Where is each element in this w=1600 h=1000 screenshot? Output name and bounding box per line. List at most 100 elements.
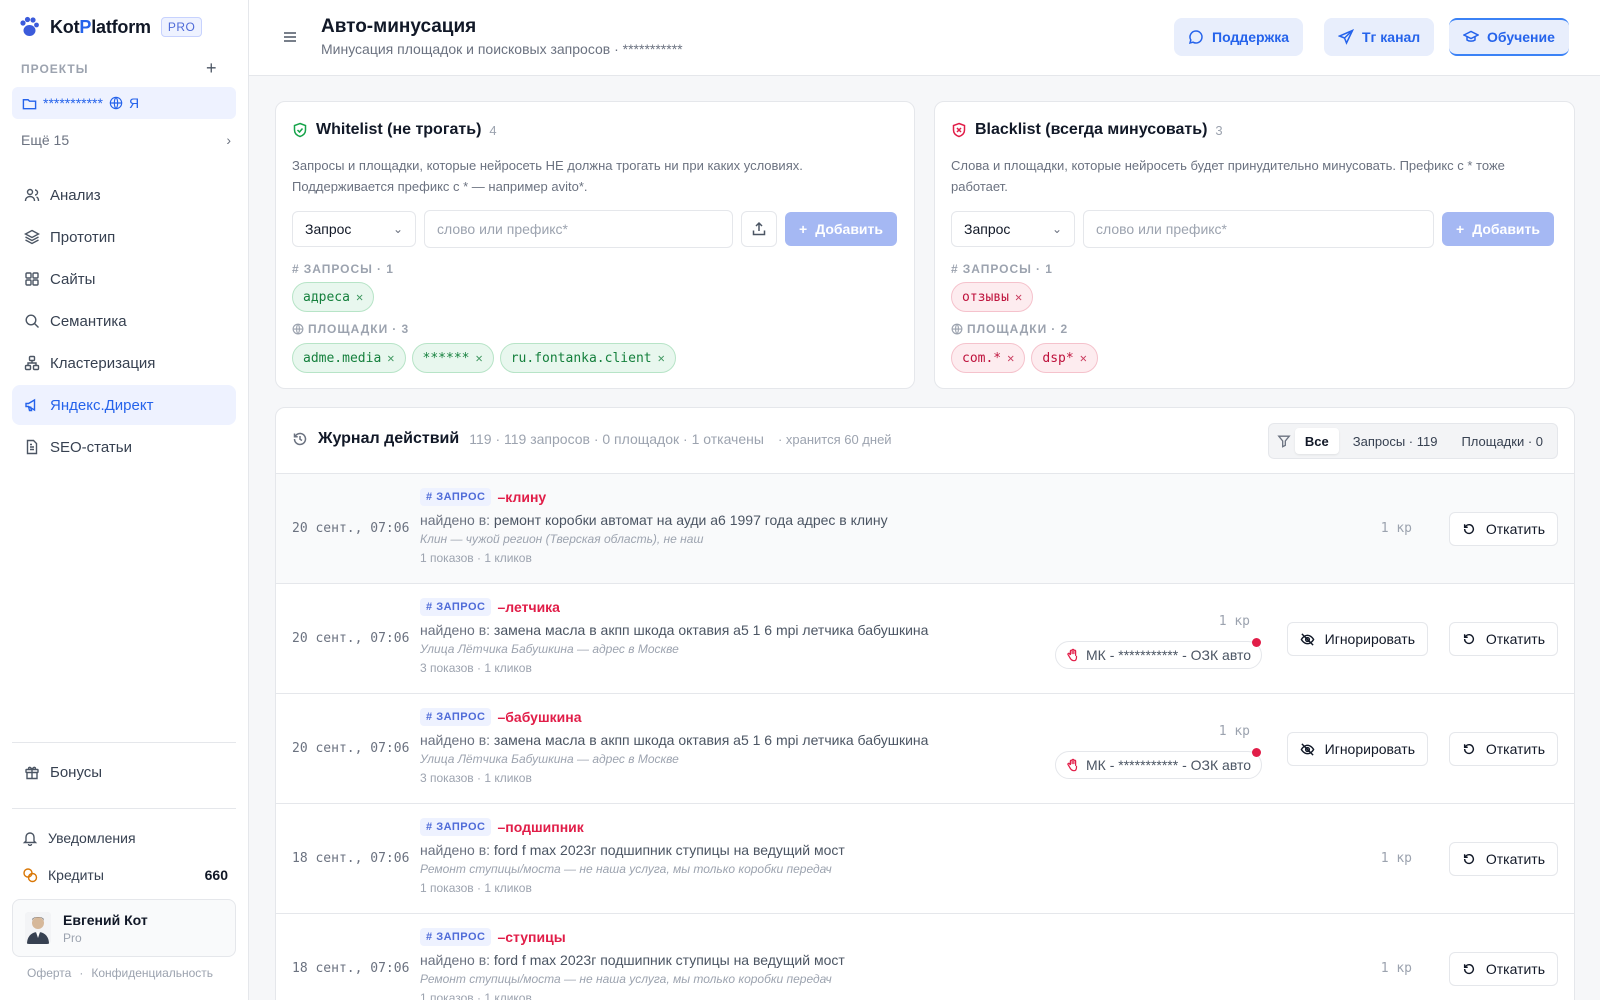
filter-all[interactable]: Все (1294, 428, 1339, 454)
nav-analysis[interactable]: Анализ (12, 175, 236, 215)
reason: Клин — чужой регион (Тверская область), … (420, 532, 704, 546)
close-icon[interactable]: ✕ (387, 351, 394, 365)
chip[interactable]: ru.fontanka.client ✕ (499, 343, 676, 373)
desc-line: Поддерживается префикс с * — например av… (292, 179, 588, 194)
menu-button[interactable] (282, 29, 298, 48)
filter-sites[interactable]: Площадки · 0 (1451, 428, 1553, 454)
close-icon[interactable]: ✕ (356, 290, 363, 304)
journal-row: 18 сент., 07:06 # ЗАПРОС –ступицы найден… (276, 914, 1574, 1000)
user-card[interactable]: Евгений Кот Pro (12, 899, 236, 957)
notifications-link[interactable]: Уведомления (22, 830, 136, 846)
blacklist-form: Запрос ⌄ слово или префикс* + Добавить (951, 210, 1554, 248)
rollback-label: Откатить (1485, 741, 1545, 757)
support-button[interactable]: Поддержка (1174, 18, 1304, 56)
whitelist-card: Whitelist (не трогать) 4 Запросы и площа… (275, 101, 915, 389)
undo-icon (1463, 743, 1474, 755)
add-project-button[interactable]: + (206, 58, 217, 79)
found-in: найдено в: замена масла в акпп шкода окт… (420, 622, 928, 638)
journal-header: Журнал действий 119 · 119 запросов · 0 п… (276, 408, 1574, 474)
ignore-label: Игнорировать (1324, 631, 1415, 647)
project-suffix: Я (128, 95, 140, 111)
page-subtitle: Минусация площадок и поисковых запросов … (321, 41, 683, 57)
group-label: ЗАПРОСЫ (303, 262, 373, 276)
rollback-button[interactable]: Откатить (1448, 842, 1558, 876)
found-in: найдено в: замена масла в акпп шкода окт… (420, 732, 928, 748)
chip-text: adme.media (303, 350, 382, 366)
filter-queries[interactable]: Запросы · 119 (1343, 428, 1448, 454)
eye-off-icon (1300, 632, 1315, 646)
blacklist-input[interactable]: слово или префикс* (1083, 210, 1434, 248)
close-icon[interactable]: ✕ (475, 351, 482, 365)
desc-line: Слова и площадки, которые нейросеть буде… (951, 158, 1505, 173)
offer-link[interactable]: Оферта (27, 966, 71, 980)
reason: Улица Лётчика Бабушкина — адрес в Москве (420, 642, 679, 656)
nav-yandex-direct[interactable]: Яндекс.Директ (12, 385, 236, 425)
nav-label: Прототип (50, 228, 116, 246)
ignore-button[interactable]: Игнорировать (1286, 622, 1428, 656)
nav-seo-articles[interactable]: SEO-статьи (12, 427, 236, 467)
more-projects[interactable]: Ещё 15 › (21, 132, 231, 148)
hash-icon: # (426, 491, 437, 503)
close-icon[interactable]: ✕ (1007, 351, 1014, 365)
campaign-badge[interactable]: МК - *********** - ОЗК авто (1055, 748, 1262, 779)
page-title: Авто-минусация (321, 16, 477, 37)
nav-bonus[interactable]: Бонусы (12, 752, 236, 792)
whitelist-add-button[interactable]: + Добавить (785, 212, 897, 246)
whitelist-input[interactable]: слово или префикс* (424, 210, 733, 248)
whitelist-type-select[interactable]: Запрос ⌄ (292, 211, 416, 247)
nav-semantics[interactable]: Семантика (12, 301, 236, 341)
chip[interactable]: adme.media ✕ (292, 343, 406, 373)
avatar (25, 912, 51, 944)
project-item[interactable]: *********** Я (12, 87, 236, 119)
learning-button[interactable]: Обучение (1449, 18, 1569, 56)
chip[interactable]: dsp* ✕ (1031, 343, 1098, 373)
rollback-label: Откатить (1485, 631, 1545, 647)
privacy-link[interactable]: Конфиденциальность (91, 966, 213, 980)
whitelist-title-text: Whitelist (не трогать) (316, 121, 482, 138)
row-body: # ЗАПРОС –летчика найдено в: замена масл… (420, 598, 928, 675)
nav-sites[interactable]: Сайты (12, 259, 236, 299)
row-cost: 1 кр (1218, 614, 1250, 629)
chip[interactable]: отзывы ✕ (951, 282, 1034, 312)
blacklist-title: Blacklist (всегда минусовать) 3 (951, 121, 1223, 139)
found-label: найдено в: (420, 952, 491, 968)
blacklist-add-button[interactable]: + Добавить (1442, 212, 1554, 246)
rollback-button[interactable]: Откатить (1448, 622, 1558, 656)
row-cost: 1 кр (1380, 521, 1412, 536)
close-icon[interactable]: ✕ (1015, 290, 1022, 304)
close-icon[interactable]: ✕ (658, 351, 665, 365)
nav-prototype[interactable]: Прототип (12, 217, 236, 257)
found-query: замена масла в акпп шкода октавия а5 1 6… (493, 622, 929, 638)
row-stats: 1 показов · 1 кликов (420, 991, 532, 1000)
more-projects-label: Ещё 15 (21, 132, 70, 148)
rollback-button[interactable]: Откатить (1448, 732, 1558, 766)
pro-badge: PRO (160, 17, 203, 37)
row-stats: 1 показов · 1 кликов (420, 881, 532, 895)
minus-word: –клину (497, 489, 547, 505)
chip[interactable]: ****** ✕ (411, 343, 494, 373)
notifications-label: Уведомления (48, 830, 136, 846)
brand[interactable]: KotPlatform PRO (18, 16, 203, 38)
document-icon (26, 439, 38, 455)
chip[interactable]: com.* ✕ (951, 343, 1026, 373)
chip[interactable]: адреса ✕ (292, 282, 375, 312)
credits-link[interactable]: Кредиты 660 (22, 867, 228, 883)
blacklist-type-select[interactable]: Запрос ⌄ (951, 211, 1075, 247)
nav-clustering[interactable]: Кластеризация (12, 343, 236, 383)
journal-meta: 119 · 119 запросов · 0 площадок · 1 отка… (469, 431, 764, 447)
found-label: найдено в: (420, 622, 491, 638)
journal-row: 20 сент., 07:06 # ЗАПРОС –клину найдено … (276, 474, 1574, 584)
tg-channel-button[interactable]: Тг канал (1324, 18, 1435, 56)
rollback-button[interactable]: Откатить (1448, 952, 1558, 986)
ignore-button[interactable]: Игнорировать (1286, 732, 1428, 766)
filter-icon (1277, 435, 1291, 448)
shield-check-icon (293, 122, 307, 138)
sidebar: KotPlatform PRO ПРОЕКТЫ + *********** Я … (0, 0, 249, 1000)
found-in: найдено в: ford f max 2023г подшипник ст… (420, 842, 845, 858)
campaign-badge[interactable]: МК - *********** - ОЗК авто (1055, 638, 1262, 669)
rollback-button[interactable]: Откатить (1448, 512, 1558, 546)
upload-button[interactable] (741, 211, 777, 247)
hash-icon: # (426, 821, 437, 833)
close-icon[interactable]: ✕ (1080, 351, 1087, 365)
coins-icon (23, 868, 38, 883)
